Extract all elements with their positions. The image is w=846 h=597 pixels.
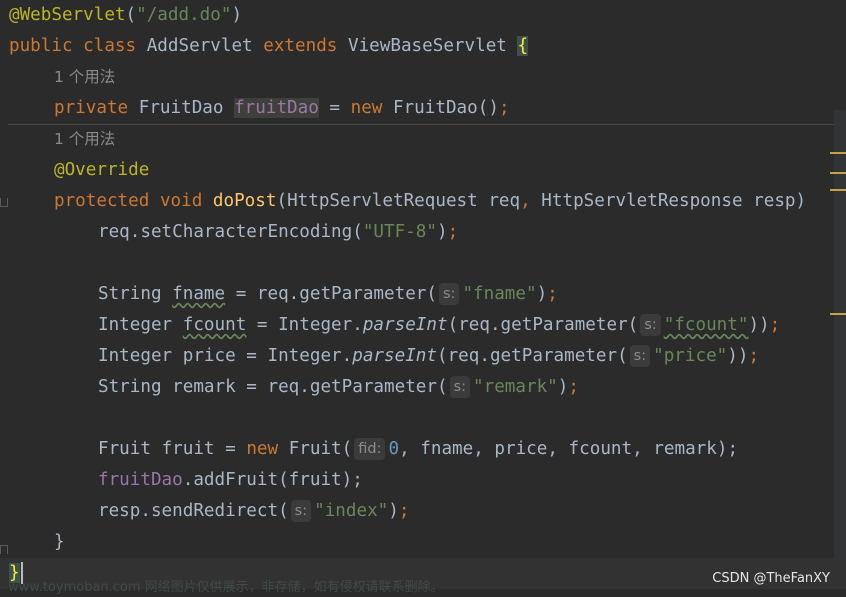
method-name: doPost — [212, 191, 277, 211]
type-name: Fruit — [98, 439, 151, 459]
code-line: 1 个用法 — [0, 62, 846, 93]
keyword: private — [54, 98, 129, 118]
parameter-hint: s: — [629, 345, 651, 367]
annotation: @WebServlet — [9, 5, 126, 25]
keyword: new — [246, 439, 279, 459]
variable-name: remark — [172, 377, 236, 397]
variable-name: fruit — [161, 439, 215, 459]
keyword: class — [83, 36, 137, 56]
code-line[interactable] — [0, 248, 846, 279]
code-line[interactable]: req.setCharacterEncoding("UTF-8"); — [0, 217, 846, 248]
parameter-hint: fid: — [354, 438, 386, 460]
string-literal: "price" — [653, 346, 728, 366]
class-ref: Integer. — [278, 315, 363, 335]
string-literal: "/add.do" — [136, 5, 232, 25]
method-call: req.getParameter( — [447, 346, 628, 366]
field-name: fruitDao — [98, 470, 183, 490]
closing-brace: } — [54, 532, 65, 552]
keyword: new — [350, 98, 383, 118]
watermark: www.toymoban.com 网络图片仅供展示，非存储，如有侵权请联系删除。 — [8, 580, 444, 595]
type-name: HttpServletResponse — [541, 191, 743, 211]
usage-hint[interactable]: 1 个用法 — [54, 130, 115, 148]
code-line[interactable]: } — [0, 527, 846, 558]
superclass-name: ViewBaseServlet — [348, 36, 507, 56]
string-literal: "UTF-8" — [362, 222, 437, 242]
method-call: req.getParameter( — [256, 284, 437, 304]
string-literal: "fcount" — [663, 315, 749, 335]
type-name: HttpServletRequest — [287, 191, 478, 211]
parameter-hint: s: — [290, 500, 312, 522]
variable-name: price — [182, 346, 236, 366]
method-call: req.setCharacterEncoding( — [98, 222, 363, 242]
static-method: parseInt — [352, 346, 437, 366]
code-line[interactable] — [0, 403, 846, 434]
parameter-hint: s: — [640, 314, 661, 336]
field-name: fruitDao — [234, 98, 319, 118]
csdn-credit: CSDN @TheFanXY — [712, 571, 830, 586]
code-line[interactable]: @Override — [0, 155, 846, 186]
type-name: String — [98, 284, 162, 304]
string-literal: "remark" — [473, 377, 558, 397]
parameter-hint: s: — [438, 283, 460, 305]
parameter-hint: s: — [449, 376, 471, 398]
constructor-call: FruitDao — [393, 98, 478, 118]
keyword: extends — [263, 36, 338, 56]
parameter: resp — [753, 191, 796, 211]
keyword: protected — [54, 191, 150, 211]
string-literal: "index" — [314, 501, 389, 521]
constructor-call: Fruit( — [288, 439, 353, 459]
parameter: req — [488, 191, 521, 211]
code-line[interactable]: public class AddServlet extends ViewBase… — [0, 31, 846, 62]
code-line: 1 个用法 — [0, 124, 846, 155]
class-ref: Integer. — [267, 346, 353, 366]
code-line[interactable]: fruitDao.addFruit(fruit); — [0, 465, 846, 496]
usage-hint[interactable]: 1 个用法 — [54, 68, 115, 86]
code-line[interactable]: String fname = req.getParameter(s: "fname… — [0, 279, 846, 310]
code-editor[interactable]: ​@WebServlet("/add.do") public class Add… — [0, 0, 846, 597]
code-line[interactable]: resp.sendRedirect(s: "index"); — [0, 496, 846, 527]
static-method: parseInt — [362, 315, 448, 335]
type-name: String — [98, 377, 162, 397]
keyword: public — [9, 36, 73, 56]
method-call: req.getParameter( — [458, 315, 639, 335]
code-line[interactable]: Integer fcount = Integer.parseInt(req.ge… — [0, 310, 846, 341]
method-call: req.getParameter( — [267, 377, 448, 397]
code-line[interactable]: Integer price = Integer.parseInt(req.get… — [0, 341, 846, 372]
annotation: @Override — [54, 160, 150, 180]
variable-name: fname — [172, 284, 226, 304]
matched-brace: { — [517, 36, 529, 56]
number-literal: 0 — [388, 439, 400, 459]
argument-list: , fname, price, fcount, remark); — [399, 439, 739, 459]
keyword: void — [159, 191, 203, 211]
variable-name: fcount — [182, 315, 247, 335]
class-name: AddServlet — [146, 36, 253, 56]
code-line[interactable]: private FruitDao fruitDao = new FruitDao… — [0, 93, 846, 124]
code-line[interactable]: ​@WebServlet("/add.do") — [0, 0, 846, 31]
type-name: Integer — [98, 315, 173, 335]
code-line[interactable]: protected void doPost(HttpServletRequest… — [0, 186, 846, 217]
code-line[interactable]: Fruit fruit = new Fruit(fid: 0, fname, pr… — [0, 434, 846, 465]
type-name: Integer — [98, 346, 173, 366]
string-literal: "fname" — [462, 284, 537, 304]
method-call: resp.sendRedirect( — [98, 501, 289, 521]
method-call: .addFruit(fruit); — [182, 470, 363, 490]
type-name: FruitDao — [138, 98, 224, 118]
code-line[interactable]: String remark = req.getParameter(s: "rema… — [0, 372, 846, 403]
